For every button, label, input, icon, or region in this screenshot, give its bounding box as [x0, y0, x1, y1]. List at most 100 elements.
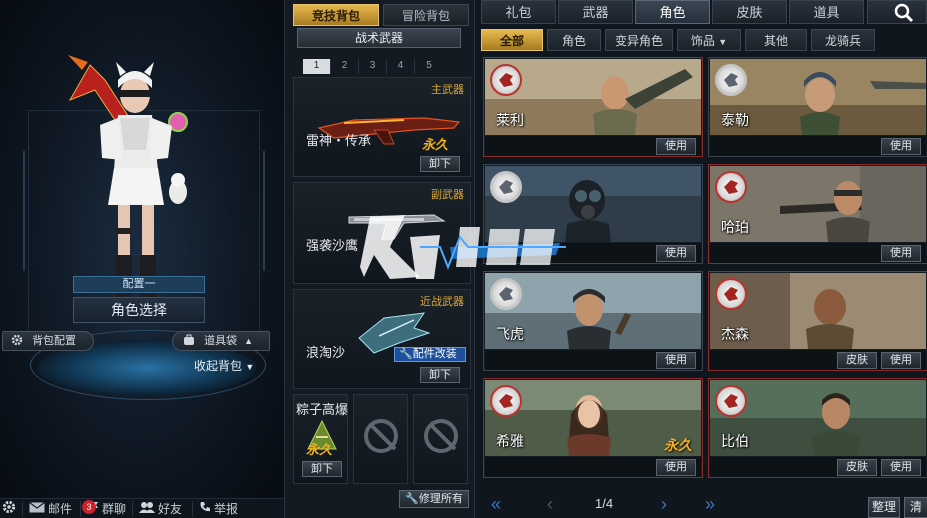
- faction-emblem-icon: [490, 171, 522, 203]
- chevron-down-icon: ▼: [718, 37, 728, 47]
- grenade-slot[interactable]: 粽子高爆 永久 卸下: [293, 394, 348, 484]
- mail-icon: [29, 501, 45, 516]
- character-name: 哈珀: [721, 219, 749, 235]
- filter-dragoon[interactable]: 龙骑兵: [811, 29, 875, 51]
- collapse-bag-button[interactable]: 收起背包 ▼: [194, 357, 254, 374]
- search-button[interactable]: [867, 0, 927, 24]
- use-button[interactable]: 使用: [656, 138, 696, 155]
- skin-button[interactable]: 皮肤: [837, 459, 877, 476]
- use-button[interactable]: 使用: [881, 459, 921, 476]
- sort-button[interactable]: 整理: [868, 497, 900, 518]
- use-button[interactable]: 使用: [881, 352, 921, 369]
- tab-skins[interactable]: 皮肤: [712, 0, 787, 24]
- filter-all[interactable]: 全部: [481, 29, 543, 51]
- repair-all-label: 修理所有: [418, 493, 463, 505]
- phone-icon: [199, 501, 211, 516]
- skin-button[interactable]: 皮肤: [837, 352, 877, 369]
- faction-emblem-icon: [490, 385, 522, 417]
- report-button[interactable]: 举报: [193, 501, 244, 517]
- use-button[interactable]: 使用: [656, 245, 696, 262]
- filter-accessories-label: 饰品: [690, 34, 715, 48]
- use-button[interactable]: 使用: [656, 352, 696, 369]
- empty-slot-1[interactable]: [353, 394, 408, 484]
- primary-unequip-button[interactable]: 卸下: [420, 156, 460, 172]
- character-name: 希雅: [496, 433, 524, 449]
- report-label: 举报: [214, 502, 239, 516]
- grenade-unequip-button[interactable]: 卸下: [302, 461, 342, 477]
- pagination: « ‹ 1/4 › »: [485, 494, 785, 514]
- last-page-icon[interactable]: »: [705, 494, 715, 514]
- group-chat-label: 群聊: [102, 502, 127, 516]
- use-button[interactable]: 使用: [656, 459, 696, 476]
- character-card-xiya[interactable]: 希雅 永久 使用: [483, 378, 703, 478]
- settings-button[interactable]: [0, 500, 23, 517]
- mail-label: 邮件: [48, 502, 73, 516]
- melee-unequip-button[interactable]: 卸下: [420, 367, 460, 383]
- primary-weapon-name: 雷神・传承: [306, 133, 372, 148]
- prev-page-icon[interactable]: ‹: [547, 494, 553, 514]
- faction-emblem-icon: [715, 278, 747, 310]
- mail-button[interactable]: 邮件: [23, 500, 81, 517]
- character-name: 比伯: [721, 433, 749, 449]
- item-bag-button[interactable]: 道具袋 ▲: [172, 331, 270, 351]
- slot-page-1[interactable]: 1: [303, 59, 331, 74]
- filter-bar: 全部 角色 变异角色 饰品 ▼ 其他 龙骑兵: [481, 29, 875, 51]
- tab-gift-packs[interactable]: 礼包: [481, 0, 556, 24]
- character-name: 泰勒: [721, 112, 749, 128]
- character-name: 莱利: [496, 112, 524, 128]
- permanent-tag: 永久: [664, 437, 692, 453]
- grenade-name: 粽子高爆: [296, 402, 349, 417]
- use-button[interactable]: 使用: [881, 245, 921, 262]
- loadout-preset-label[interactable]: 配置一: [73, 276, 205, 293]
- search-icon: [894, 3, 914, 23]
- character-select-button[interactable]: 角色选择: [73, 297, 205, 323]
- melee-weapon-slot[interactable]: 近战武器 浪淘沙 🔧配件改装 卸下: [293, 289, 471, 389]
- melee-weapon-category: 近战武器: [420, 296, 464, 308]
- empty-slot-2[interactable]: [413, 394, 468, 484]
- first-page-icon[interactable]: «: [491, 494, 501, 514]
- primary-weapon-slot[interactable]: 主武器 雷神・传承 永久 卸下: [293, 77, 471, 177]
- clear-button[interactable]: 清除: [904, 497, 927, 518]
- tab-competitive-bag[interactable]: 竞技背包: [293, 4, 379, 26]
- tab-weapons[interactable]: 武器: [558, 0, 633, 24]
- bag-config-button[interactable]: 背包配置: [2, 331, 94, 351]
- page-indicator: 1/4: [595, 496, 614, 511]
- primary-weapon-category: 主武器: [431, 84, 464, 96]
- filter-mutant-characters[interactable]: 变异角色: [605, 29, 673, 51]
- character-name: 杰森: [721, 326, 749, 342]
- triangle-up-icon: ▲: [244, 336, 254, 346]
- faction-emblem-icon: [715, 64, 747, 96]
- character-card-bieber[interactable]: 比伯 皮肤 使用: [708, 378, 927, 478]
- tab-characters[interactable]: 角色: [635, 0, 710, 24]
- slot-page-3[interactable]: 3: [359, 59, 387, 74]
- slot-pagination: 1 2 3 4 5: [303, 59, 443, 74]
- filter-accessories[interactable]: 饰品 ▼: [677, 29, 741, 51]
- faction-emblem-icon: [490, 64, 522, 96]
- bag-icon: [183, 334, 195, 346]
- use-button[interactable]: 使用: [881, 138, 921, 155]
- repair-all-button[interactable]: 🔧修理所有: [399, 490, 469, 508]
- tactical-weapon-button[interactable]: 战术武器: [297, 28, 461, 48]
- slot-page-2[interactable]: 2: [331, 59, 359, 74]
- primary-weapon-permanent: 永久: [422, 137, 449, 152]
- filter-characters[interactable]: 角色: [547, 29, 601, 51]
- next-page-icon[interactable]: ›: [661, 494, 667, 514]
- watermark-logo: [360, 215, 566, 279]
- mod-parts-button[interactable]: 🔧配件改装: [394, 347, 466, 362]
- character-card-harper[interactable]: 哈珀 使用: [708, 164, 927, 264]
- faction-emblem-icon: [715, 171, 747, 203]
- character-preview-panel: 配置一 角色选择 背包配置 道具袋 ▲ 收起背包 ▼ 邮件 群聊 好友 举报 3: [0, 0, 284, 518]
- tab-items[interactable]: 道具: [789, 0, 864, 24]
- slot-page-5[interactable]: 5: [415, 59, 443, 74]
- filter-other[interactable]: 其他: [745, 29, 807, 51]
- bottom-social-bar: 邮件 群聊 好友 举报: [0, 498, 284, 518]
- tab-adventure-bag[interactable]: 冒险背包: [383, 4, 469, 26]
- character-card-riley[interactable]: 莱利 使用: [483, 57, 703, 157]
- character-card-taylor[interactable]: 泰勒 使用: [708, 57, 927, 157]
- melee-weapon-name: 浪淘沙: [306, 345, 346, 360]
- character-card-jason[interactable]: 杰森 皮肤 使用: [708, 271, 927, 371]
- secondary-weapon-category: 副武器: [431, 189, 464, 201]
- bag-config-label: 背包配置: [32, 335, 77, 347]
- slot-page-4[interactable]: 4: [387, 59, 415, 74]
- friends-button[interactable]: 好友: [133, 500, 193, 517]
